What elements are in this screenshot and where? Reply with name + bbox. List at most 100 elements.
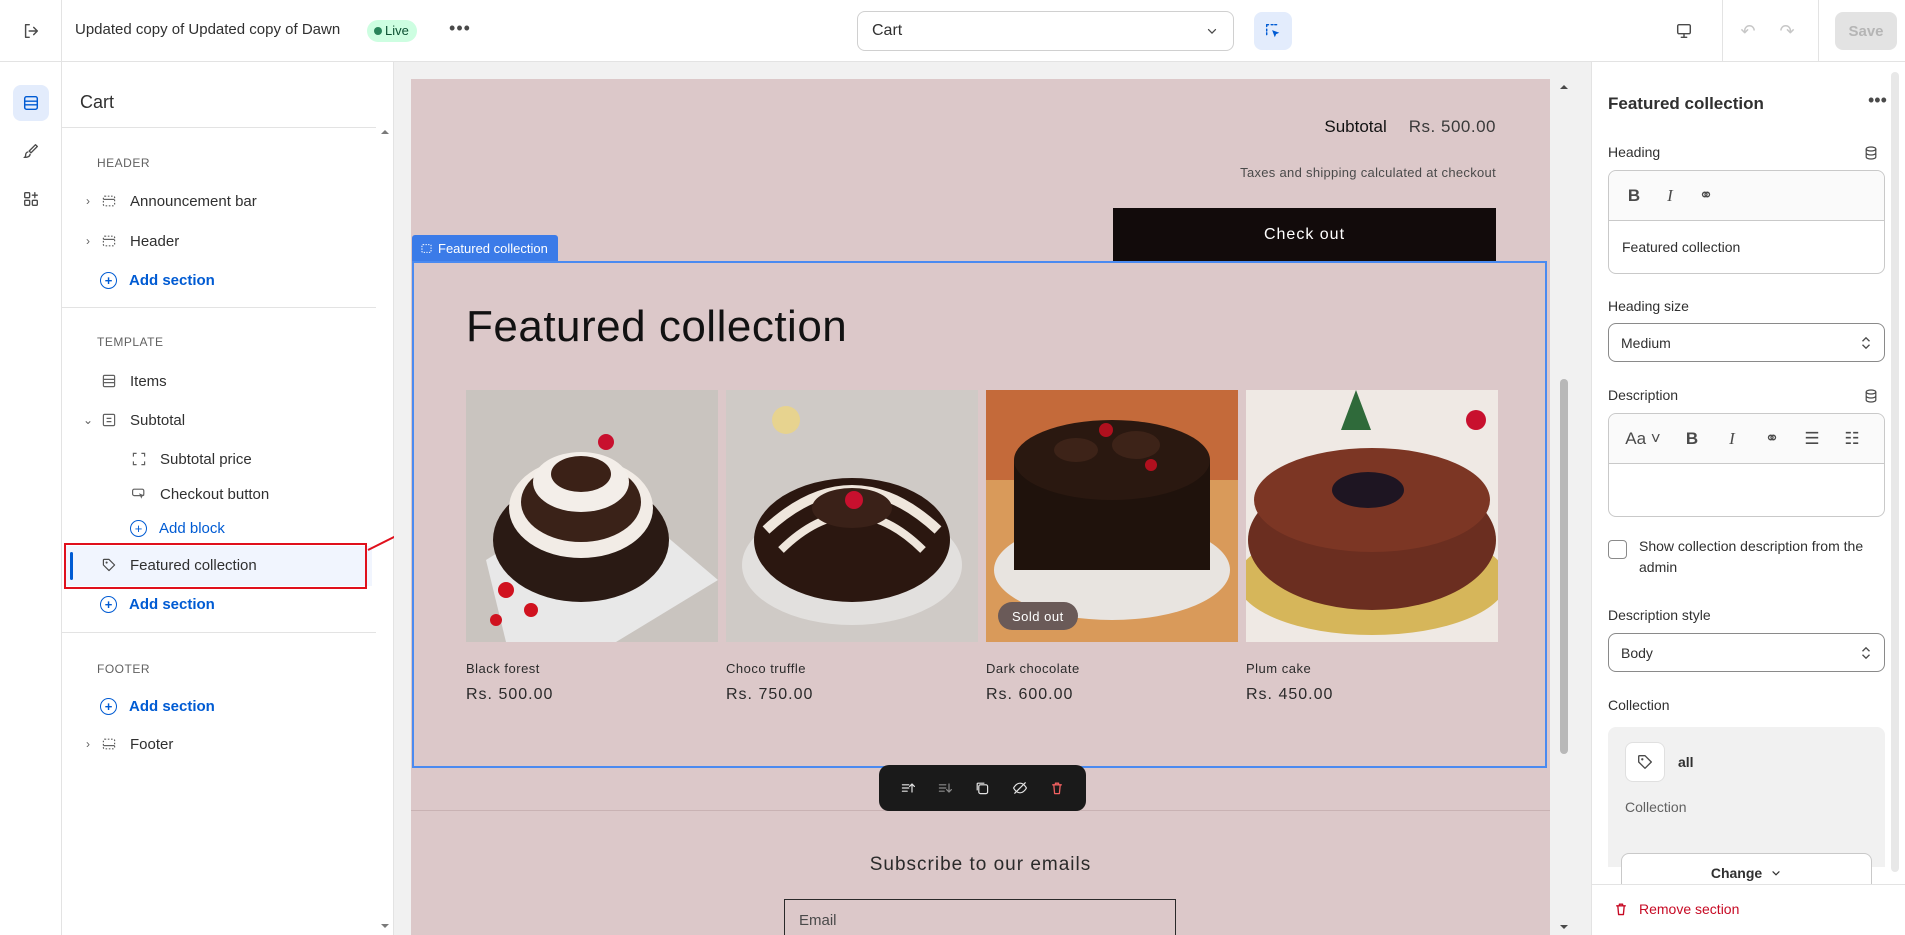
product-image[interactable] [466,390,718,642]
collection-thumbnail [1625,742,1665,782]
product-card[interactable]: Plum cake Rs. 450.00 [1246,390,1498,704]
trash-icon [1616,903,1626,916]
hide-button[interactable] [1007,775,1033,801]
page-selector[interactable]: Cart [857,11,1234,51]
email-input[interactable]: Email [784,899,1176,935]
eye-off-icon [1012,781,1027,795]
section-icon [102,195,116,207]
add-section-footer-link[interactable]: + Add section [100,698,215,715]
remove-section-bar: Remove section [1592,884,1905,935]
bullet-list-icon[interactable]: ☰ [1801,429,1823,449]
tag-icon [1638,755,1652,769]
link-icon[interactable]: ⚭ [1695,186,1717,206]
dynamic-source-icon[interactable] [1863,145,1879,161]
section-icon [102,235,116,247]
page-selector-value: Cart [872,22,903,39]
paintbrush-icon [23,144,38,158]
block-subtotal-price[interactable]: Subtotal price [126,450,252,468]
section-icon [421,243,432,253]
section-footer[interactable]: › Footer [80,735,173,753]
move-down-icon [938,783,953,793]
plus-circle-icon: + [100,596,117,613]
theme-settings-nav-button[interactable] [13,133,49,169]
select-arrows-icon [1862,646,1870,659]
scrollbar-thumb[interactable] [1891,72,1899,872]
bold-icon[interactable]: B [1623,186,1645,206]
sections-icon [23,95,39,111]
delete-button[interactable] [1044,775,1070,801]
product-price: Rs. 750.00 [726,686,814,703]
duplicate-button[interactable] [969,775,995,801]
featured-collection-heading: Featured collection [466,302,848,351]
section-tag-label: Featured collection [438,240,548,256]
add-section-template-link[interactable]: + Add section [100,596,215,613]
redo-button[interactable]: ↷ [1774,18,1800,44]
remove-section-button[interactable]: Remove section [1613,901,1739,917]
link-icon[interactable]: ⚭ [1761,429,1783,449]
product-name[interactable]: Dark chocolate [986,661,1238,676]
section-subtotal[interactable]: ⌄ Subtotal [80,411,185,429]
checkout-button[interactable]: Check out [1113,208,1496,261]
bold-icon[interactable]: B [1681,429,1703,449]
scrollbar-thumb[interactable] [1560,379,1568,754]
device-preview-button[interactable] [1670,18,1698,44]
product-image[interactable] [726,390,978,642]
more-icon: ••• [1868,90,1887,110]
product-name[interactable]: Choco truffle [726,661,978,676]
section-options-button[interactable]: ••• [1868,90,1887,111]
exit-button[interactable] [0,0,62,62]
product-name[interactable]: Black forest [466,661,718,676]
italic-icon[interactable]: I [1721,429,1743,449]
block-checkout-button[interactable]: Checkout button [126,485,269,503]
undo-button[interactable]: ↶ [1735,18,1761,44]
duplicate-icon [977,782,989,795]
heading-editor-content[interactable]: Featured collection [1609,221,1884,273]
description-style-select[interactable]: Body [1608,633,1885,672]
section-tag[interactable]: Featured collection [412,235,558,261]
preview-scrollbar[interactable] [1556,79,1572,935]
move-down-button[interactable] [932,775,958,801]
settings-scrollbar[interactable] [1888,62,1902,884]
chevron-right-icon: › [86,194,90,208]
numbered-list-icon[interactable]: ☷ [1841,429,1863,449]
product-name[interactable]: Plum cake [1246,661,1498,676]
theme-name: Updated copy of Updated copy of Dawn [75,21,341,38]
heading-size-select[interactable]: Medium [1608,323,1885,362]
save-button[interactable]: Save [1835,12,1897,50]
sections-panel: Cart HEADER › Announcement bar › Header … [62,62,404,935]
product-image[interactable] [1246,390,1498,642]
collection-name: all [1678,754,1694,770]
dynamic-source-icon[interactable] [1863,388,1879,404]
product-card[interactable]: Choco truffle Rs. 750.00 [726,390,978,704]
add-section-header-link[interactable]: + Add section [100,272,215,289]
text-style-icon[interactable]: Aa ˅ [1623,429,1663,449]
panel-title: Cart [80,92,115,112]
show-description-checkbox[interactable] [1608,540,1627,559]
heading-editor[interactable]: B I ⚭ Featured collection [1608,170,1885,274]
section-items[interactable]: Items [80,372,167,390]
email-placeholder: Email [799,912,837,929]
apps-nav-button[interactable] [13,181,49,217]
section-label: Announcement bar [130,192,257,210]
product-image[interactable]: Sold out [986,390,1238,642]
description-editor-content[interactable] [1609,464,1884,516]
inspector-toggle[interactable] [1254,12,1292,50]
icon-rail [0,62,62,935]
change-label: Change [1710,865,1763,881]
move-up-button[interactable] [895,775,921,801]
group-label-template: TEMPLATE [97,335,164,349]
product-card[interactable]: Black forest Rs. 500.00 [466,390,718,704]
section-announcement-bar[interactable]: › Announcement bar [80,192,257,210]
product-card[interactable]: Sold out Dark chocolate Rs. 600.00 [986,390,1238,704]
add-block-link[interactable]: + Add block [130,520,225,537]
description-style-value: Body [1621,644,1653,661]
sections-nav-button[interactable] [13,85,49,121]
description-editor[interactable]: Aa ˅ B I ⚭ ☰ ☷ [1608,413,1885,517]
collection-picker: all Collection [1608,727,1885,867]
cursor-select-icon [1265,23,1280,38]
italic-icon[interactable]: I [1659,186,1681,206]
more-actions-button[interactable]: ••• [448,16,472,40]
show-description-option[interactable]: Show collection description from the adm… [1608,536,1884,578]
section-header[interactable]: › Header [80,232,179,250]
desktop-icon [1676,23,1692,39]
